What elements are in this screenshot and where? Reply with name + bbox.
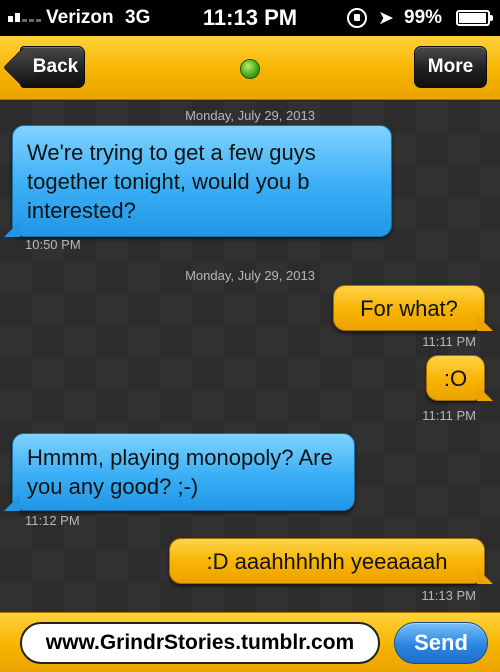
message-bubble-outgoing[interactable]: :O: [426, 355, 493, 401]
message-text: Hmmm, playing monopoly? Are you any good…: [27, 445, 333, 499]
bubble-tail: [477, 385, 493, 401]
date-separator: Monday, July 29, 2013: [185, 108, 315, 123]
message-time: 11:11 PM: [422, 408, 476, 423]
message-text: :O: [443, 365, 468, 391]
message-bubble-incoming[interactable]: Hmmm, playing monopoly? Are you any good…: [4, 433, 355, 511]
input-bar: www.GrindrStories.tumblr.com Send: [0, 612, 500, 672]
bubble-tail: [4, 221, 20, 237]
more-button-label: More: [427, 56, 474, 77]
bubble-tail: [477, 315, 493, 331]
message-bubble-outgoing[interactable]: :D aaahhhhhh yeeaaaah: [169, 538, 493, 584]
message-bubble-incoming[interactable]: We're trying to get a few guys together …: [4, 125, 392, 237]
message-bubble-outgoing[interactable]: For what?: [333, 285, 493, 331]
location-arrow-icon: ➤: [378, 8, 394, 29]
message-input[interactable]: www.GrindrStories.tumblr.com: [20, 622, 380, 664]
message-time: 11:12 PM: [25, 513, 80, 528]
send-button[interactable]: Send: [394, 622, 488, 664]
rotation-lock-icon: [347, 8, 367, 28]
bubble-tail: [4, 495, 20, 511]
back-button[interactable]: Back: [2, 46, 85, 89]
date-separator: Monday, July 29, 2013: [185, 268, 315, 283]
message-time: 11:13 PM: [421, 588, 476, 603]
message-text: :D aaahhhhhh yeeaaaah: [206, 548, 448, 574]
status-bar: Verizon 3G 11:13 PM ➤ 99%: [0, 0, 500, 36]
message-time: 11:11 PM: [422, 334, 476, 349]
more-button[interactable]: More: [414, 46, 487, 88]
chat-area[interactable]: Monday, July 29, 2013 We're trying to ge…: [0, 101, 500, 612]
message-text: For what?: [360, 295, 458, 321]
bubble-tail: [477, 568, 493, 584]
battery-icon: [456, 10, 493, 26]
online-status-icon: [240, 59, 260, 79]
back-button-label: Back: [32, 56, 79, 77]
message-time: 10:50 PM: [25, 237, 81, 252]
battery-percentage: 99%: [404, 7, 443, 28]
message-text: We're trying to get a few guys together …: [27, 139, 316, 223]
nav-bar: Back More: [0, 36, 500, 100]
